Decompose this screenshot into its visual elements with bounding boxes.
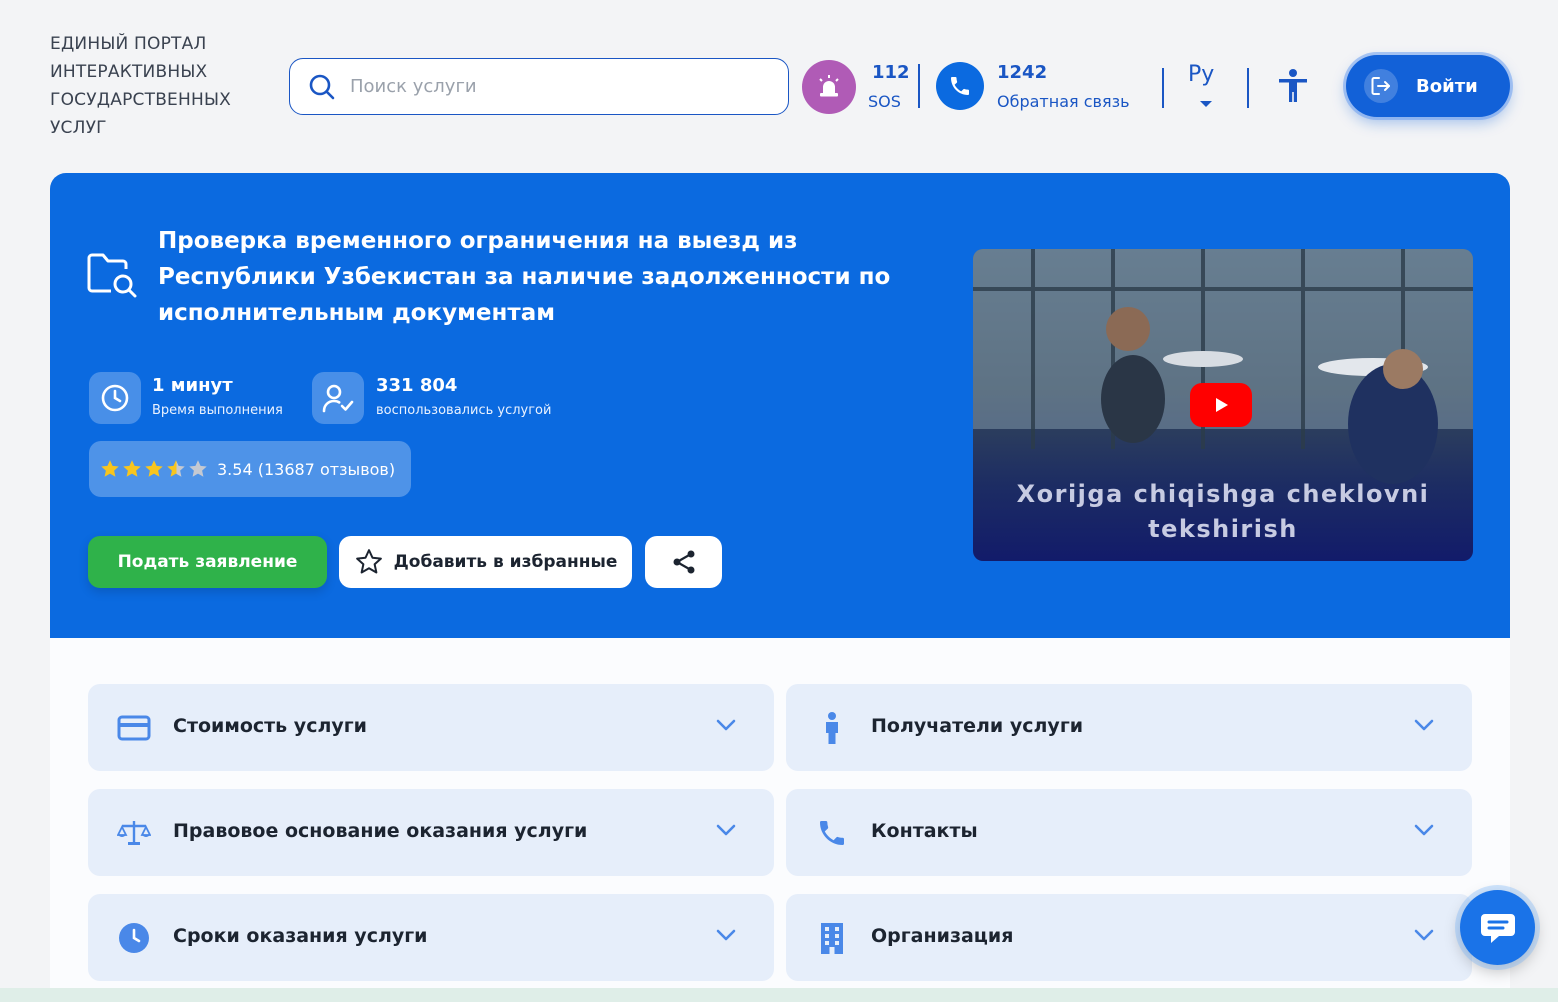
divider [1162, 68, 1164, 108]
star-icon [189, 460, 207, 477]
phone-icon [814, 815, 850, 851]
divider [1247, 68, 1249, 108]
star-icon [123, 460, 141, 477]
divider [918, 64, 920, 108]
duration-label: Время выполнения [152, 403, 283, 418]
service-hero: Проверка временного ограничения на выезд… [50, 173, 1510, 638]
rating-stars [99, 458, 209, 480]
accordion-label: Получатели услуги [871, 715, 1084, 737]
sos-button[interactable] [802, 60, 856, 114]
siren-icon [819, 75, 839, 97]
accordion-label: Контакты [871, 820, 978, 842]
play-icon [1216, 398, 1228, 412]
caret-down-icon[interactable] [1199, 100, 1213, 108]
accordion-label: Сроки оказания услуги [173, 925, 428, 947]
hotline-label[interactable]: Обратная связь [997, 92, 1130, 111]
duration-icon-box [89, 372, 141, 424]
language-selector[interactable]: Ру [1188, 62, 1214, 87]
chevron-down-icon [1414, 824, 1434, 836]
add-favorite-button[interactable]: Добавить в избранные [339, 536, 632, 588]
sos-number[interactable]: 112 [872, 62, 910, 83]
accordion-label: Организация [871, 925, 1014, 947]
portal-title[interactable]: ЕДИНЫЙ ПОРТАЛ ИНТЕРАКТИВНЫХ ГОСУДАРСТВЕН… [50, 30, 270, 142]
chevron-down-icon [716, 824, 736, 836]
duration-value: 1 минут [152, 375, 233, 396]
building-icon [814, 920, 850, 956]
add-favorite-label: Добавить в избранные [393, 552, 618, 572]
apply-button[interactable]: Подать заявление [88, 536, 327, 588]
star-icon [101, 460, 119, 477]
chat-button[interactable] [1460, 890, 1535, 965]
video-thumbnail[interactable]: Xorijga chiqishga cheklovni tekshirish [973, 249, 1473, 561]
accessibility-icon[interactable] [1276, 68, 1310, 104]
share-icon [673, 550, 694, 574]
header: ЕДИНЫЙ ПОРТАЛ ИНТЕРАКТИВНЫХ ГОСУДАРСТВЕН… [0, 0, 1558, 172]
person-icon [814, 710, 850, 746]
clock-icon [116, 920, 152, 956]
login-icon [1364, 69, 1398, 103]
star-icon [167, 460, 185, 477]
chevron-down-icon [1414, 929, 1434, 941]
accordion-terms[interactable]: Сроки оказания услуги [88, 894, 774, 981]
sos-label[interactable]: SOS [868, 92, 901, 111]
search-box[interactable] [289, 58, 789, 115]
clock-icon [101, 384, 129, 412]
accordion-recipients[interactable]: Получатели услуги [786, 684, 1472, 771]
service-details: Стоимость услуги Получатели услуги Право… [50, 638, 1510, 1002]
chevron-down-icon [716, 719, 736, 731]
accordion-cost[interactable]: Стоимость услуги [88, 684, 774, 771]
rating-badge[interactable]: 3.54 (13687 отзывов) [89, 441, 411, 497]
search-icon [309, 74, 335, 99]
play-button[interactable] [1190, 383, 1252, 427]
folder-search-icon [87, 253, 137, 298]
users-count: 331 804 [376, 375, 458, 396]
users-label: воспользовались услугой [376, 403, 552, 418]
accordion-label: Правовое основание оказания услуги [173, 820, 588, 842]
phone-icon [951, 77, 969, 95]
user-check-icon [322, 384, 354, 413]
chat-icon [1480, 913, 1515, 943]
credit-card-icon [116, 710, 152, 746]
rating-text: 3.54 (13687 отзывов) [217, 459, 396, 479]
search-input[interactable] [350, 76, 750, 97]
hotline-number[interactable]: 1242 [997, 62, 1047, 83]
login-label: Войти [1416, 75, 1478, 97]
accordion-legal-basis[interactable]: Правовое основание оказания услуги [88, 789, 774, 876]
service-title: Проверка временного ограничения на выезд… [158, 228, 891, 326]
star-outline-icon [355, 549, 382, 574]
login-button[interactable]: Войти [1346, 55, 1510, 117]
hotline-button[interactable] [936, 62, 984, 110]
chevron-down-icon [1414, 719, 1434, 731]
scales-icon [116, 815, 152, 851]
bottom-strip [0, 988, 1558, 1002]
accordion-label: Стоимость услуги [173, 715, 367, 737]
star-icon [145, 460, 163, 477]
video-caption: Xorijga chiqishga cheklovni tekshirish [1016, 480, 1430, 543]
share-button[interactable] [645, 536, 722, 588]
accordion-organization[interactable]: Организация [786, 894, 1472, 981]
users-icon-box [312, 372, 364, 424]
chevron-down-icon [716, 929, 736, 941]
accordion-contacts[interactable]: Контакты [786, 789, 1472, 876]
